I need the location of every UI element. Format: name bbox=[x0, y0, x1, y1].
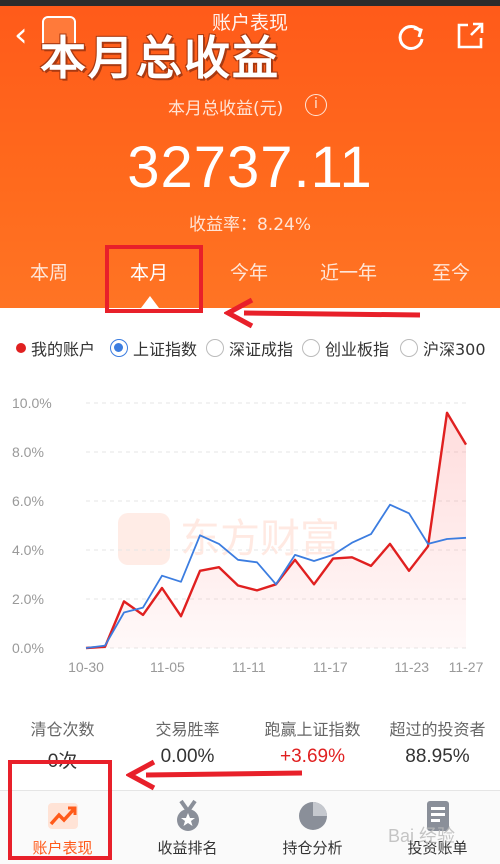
legend-shanghai[interactable]: 上证指数 bbox=[133, 336, 197, 360]
svg-text:东方财富: 东方财富 bbox=[180, 516, 340, 562]
x-tick-label: 11-23 bbox=[394, 659, 429, 675]
y-tick-label: 0.0% bbox=[12, 640, 44, 656]
legend-shenzhen[interactable]: 深证成指 bbox=[229, 336, 293, 360]
annotation-arrow-nav bbox=[126, 759, 303, 791]
stat-label-clearances: 清仓次数 bbox=[30, 720, 95, 739]
account-header: ‹ 账户表现 本月总收益 本月总收益(元) i 32737.11 收益率：8.2… bbox=[0, 0, 500, 308]
stat-label-win-rate: 交易胜率 bbox=[155, 720, 220, 739]
legend-my-account: 我的账户 bbox=[31, 340, 96, 359]
y-tick-label: 6.0% bbox=[12, 493, 44, 509]
legend-csi300[interactable]: 沪深300 bbox=[423, 336, 486, 360]
yield-rate: 收益率：8.24% bbox=[188, 215, 311, 235]
y-tick-label: 10.0% bbox=[12, 395, 52, 411]
y-tick-label: 2.0% bbox=[12, 591, 44, 607]
total-return-label: 本月总收益(元) bbox=[168, 99, 284, 119]
medal-icon bbox=[177, 799, 199, 831]
refresh-icon[interactable] bbox=[396, 22, 426, 52]
share-icon[interactable] bbox=[454, 20, 486, 52]
x-tick-label: 11-11 bbox=[232, 659, 266, 675]
tab-last-year[interactable]: 近一年 bbox=[320, 258, 377, 285]
period-tabs: 本周 本月 今年 近一年 至今 bbox=[0, 258, 500, 294]
annotation-box-nav-performance bbox=[8, 760, 112, 860]
pie-chart-icon bbox=[299, 802, 327, 830]
stat-label-beat-investors: 超过的投资者 bbox=[389, 720, 486, 739]
x-tick-label: 11-05 bbox=[150, 659, 185, 675]
stat-value-beat-investors: 88.95% bbox=[405, 746, 470, 767]
x-tick-label: 11-27 bbox=[449, 659, 484, 675]
chart-watermark: 东方财富 bbox=[118, 513, 340, 565]
x-tick-label: 10-30 bbox=[68, 659, 104, 675]
radio-shanghai[interactable] bbox=[110, 339, 128, 357]
my-account-dot bbox=[16, 343, 26, 353]
radio-csi300[interactable] bbox=[400, 339, 418, 357]
total-return-value: 32737.11 bbox=[127, 135, 373, 200]
radio-shenzhen[interactable] bbox=[206, 339, 224, 357]
annotation-box-month-tab bbox=[105, 245, 203, 313]
nav-label-analysis: 持仓分析 bbox=[282, 839, 343, 857]
annotation-arrow-month bbox=[224, 297, 421, 329]
stat-label-beat-index: 跑赢上证指数 bbox=[264, 720, 361, 739]
nav-label-ranking: 收益排名 bbox=[157, 839, 218, 857]
nav-return-ranking[interactable]: 收益排名 bbox=[125, 791, 250, 864]
info-icon[interactable]: i bbox=[305, 94, 327, 116]
tab-since-start[interactable]: 至今 bbox=[432, 258, 470, 285]
overlay-title: 本月总收益 bbox=[40, 31, 280, 85]
radio-chinext[interactable] bbox=[302, 339, 320, 357]
source-watermark: Bai 经验 bbox=[388, 826, 456, 846]
tab-year[interactable]: 今年 bbox=[230, 258, 268, 285]
legend-chinext[interactable]: 创业板指 bbox=[325, 336, 389, 360]
return-chart: 东方财富 0.0% 2.0% 4.0% 6.0% 8.0% 10.0% 10-30 11-0… bbox=[12, 395, 484, 675]
y-tick-label: 8.0% bbox=[12, 444, 44, 460]
chart-legend: 我的账户 上证指数 深证成指 创业板指 沪深300 bbox=[0, 336, 500, 366]
status-bar bbox=[0, 0, 500, 6]
nav-position-analysis[interactable]: 持仓分析 bbox=[250, 791, 375, 864]
x-tick-label: 11-17 bbox=[313, 659, 348, 675]
tab-week[interactable]: 本周 bbox=[30, 258, 68, 285]
y-tick-label: 4.0% bbox=[12, 542, 44, 558]
